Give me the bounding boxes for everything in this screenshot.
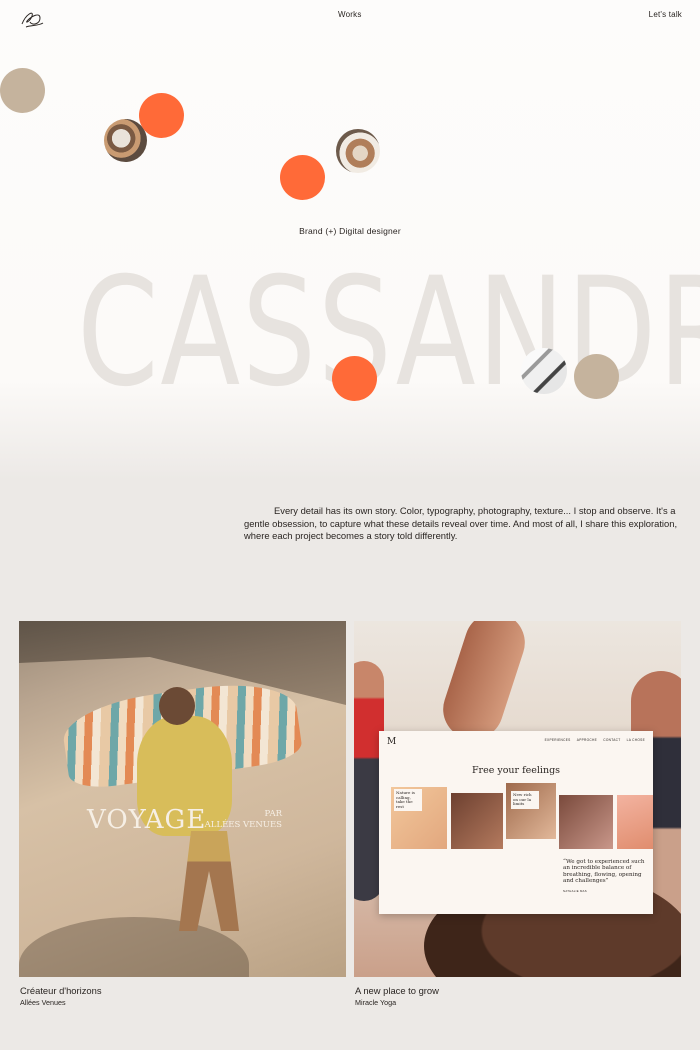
voyage-by-label: PAR — [264, 809, 282, 819]
intro-paragraph: Every detail has its own story. Color, t… — [244, 505, 684, 543]
nav-works-link[interactable]: Works — [338, 10, 362, 19]
nav-talk-link[interactable]: Let's talk — [649, 10, 682, 19]
project-card-voyage[interactable]: VOYAGE PAR ALLÉES VENUES — [19, 621, 346, 977]
hero-tagline: Brand (+) Digital designer — [299, 226, 401, 236]
photo-bubble-architecture — [521, 348, 567, 394]
mockup-headline: Free your feelings — [471, 765, 561, 776]
mockup-nav-item: CONTACT — [603, 738, 621, 742]
tan-circle — [0, 68, 45, 113]
voyage-brand-label: ALLÉES VENUES — [204, 820, 282, 830]
mockup-nav: EXPERIENCES APPROCHE CONTACT LA CHOSE — [540, 738, 645, 742]
mockup-card-text: New rich on our la limits — [511, 791, 539, 809]
mockup-image — [559, 795, 613, 849]
intro-line: where each project becomes a story told … — [244, 530, 458, 542]
mockup-nav-item: LA CHOSE — [626, 738, 645, 742]
project-title[interactable]: A new place to grow — [355, 985, 439, 996]
voyage-overlay-title: VOYAGE — [87, 805, 207, 835]
hero-section: Works Let's talk Brand (+) Digital desig… — [0, 0, 700, 480]
mockup-image — [617, 795, 653, 849]
intro-line: Every detail has its own story. Color, t… — [274, 505, 676, 516]
project-title[interactable]: Créateur d'horizons — [20, 985, 102, 996]
orange-circle — [332, 356, 377, 401]
project-client: Miracle Yoga — [355, 998, 397, 1007]
voyage-overlay-by: PAR ALLÉES VENUES — [202, 809, 282, 831]
mockup-logo: M — [387, 737, 397, 747]
project-card-yoga[interactable]: M EXPERIENCES APPROCHE CONTACT LA CHOSE … — [354, 621, 681, 977]
intro-line: gentle obsession, to capture what these … — [244, 517, 678, 529]
tan-circle — [574, 354, 619, 399]
mockup-card-text: Nature is calling, take the rest — [394, 789, 422, 812]
mockup-image — [451, 793, 503, 849]
orange-circle — [280, 155, 325, 200]
mockup-nav-item: EXPERIENCES — [544, 738, 571, 742]
photo-bubble-hands — [336, 129, 380, 173]
mockup-nav-item: APPROCHE — [576, 738, 598, 742]
website-mockup: M EXPERIENCES APPROCHE CONTACT LA CHOSE … — [379, 731, 653, 914]
project-client: Allées Venues — [20, 998, 66, 1007]
person-head — [159, 687, 195, 725]
orange-circle — [139, 93, 184, 138]
mockup-quote-text: “We got to experienced such an incredibl… — [563, 859, 645, 885]
mockup-quote-author: NATHALIE MAS — [563, 888, 587, 893]
logo-icon[interactable] — [18, 8, 46, 30]
mockup-quote: “We got to experienced such an incredibl… — [563, 859, 645, 894]
